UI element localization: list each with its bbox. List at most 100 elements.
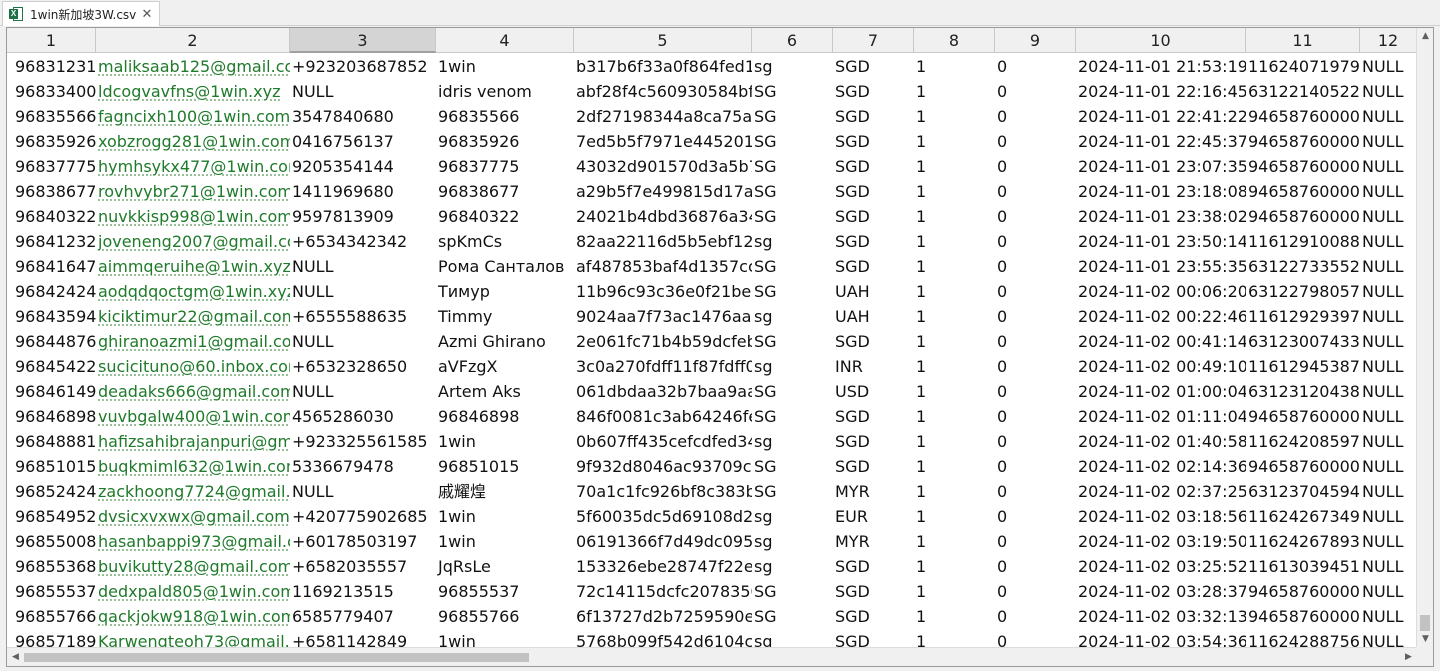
cell-col-9[interactable]: 0 bbox=[995, 529, 1076, 554]
email-link[interactable]: fagncixh100@1win.com bbox=[98, 107, 290, 126]
cell-col-10[interactable]: 2024-11-01 23:07:35 bbox=[1076, 154, 1246, 179]
email-link[interactable]: maliksaab125@gmail.com bbox=[98, 57, 290, 76]
cell-col-1[interactable]: 96843594 bbox=[7, 304, 96, 329]
cell-col-5[interactable]: 70a1c1fc926bf8c383bc bbox=[574, 479, 752, 504]
cell-col-12[interactable]: NULL bbox=[1360, 354, 1417, 379]
cell-col-12[interactable]: NULL bbox=[1360, 579, 1417, 604]
cell-col-1[interactable]: 96846149 bbox=[7, 379, 96, 404]
cell-col-11[interactable]: 946587600000 bbox=[1246, 404, 1360, 429]
cell-col-10[interactable]: 2024-11-02 01:11:04 bbox=[1076, 404, 1246, 429]
cell-col-12[interactable]: NULL bbox=[1360, 129, 1417, 154]
cell-col-4[interactable]: 96855766 bbox=[436, 604, 574, 629]
cell-col-12[interactable]: NULL bbox=[1360, 304, 1417, 329]
cell-col-3[interactable]: 1169213515 bbox=[290, 579, 436, 604]
cell-col-12[interactable]: NULL bbox=[1360, 479, 1417, 504]
cell-col-5[interactable]: af487853baf4d1357ccf bbox=[574, 254, 752, 279]
cell-col-2[interactable]: xobzrogg281@1win.com bbox=[96, 129, 290, 154]
cell-col-5[interactable]: a29b5f7e499815d17a3 bbox=[574, 179, 752, 204]
cell-col-5[interactable]: 6f13727d2b7259590e7 bbox=[574, 604, 752, 629]
cell-col-6[interactable]: SG bbox=[752, 154, 833, 179]
cell-col-11[interactable]: 946587600000 bbox=[1246, 604, 1360, 629]
cell-col-3[interactable]: NULL bbox=[290, 479, 436, 504]
cell-col-12[interactable]: NULL bbox=[1360, 104, 1417, 129]
cell-col-2[interactable]: ghiranoazmi1@gmail.com bbox=[96, 329, 290, 354]
cell-col-11[interactable]: 116129453872 bbox=[1246, 354, 1360, 379]
cell-col-11[interactable]: 116129293974 bbox=[1246, 304, 1360, 329]
cell-col-1[interactable]: 96855537 bbox=[7, 579, 96, 604]
cell-col-7[interactable]: SGD bbox=[833, 129, 914, 154]
column-header-5[interactable]: 5 bbox=[574, 28, 752, 53]
vertical-scrollbar[interactable]: ▲ ▼ bbox=[1416, 28, 1433, 648]
cell-col-2[interactable]: qackjokw918@1win.com bbox=[96, 604, 290, 629]
cell-col-12[interactable]: NULL bbox=[1360, 329, 1417, 354]
cell-col-4[interactable]: 96837775 bbox=[436, 154, 574, 179]
cell-col-12[interactable]: NULL bbox=[1360, 179, 1417, 204]
cell-col-12[interactable]: NULL bbox=[1360, 629, 1417, 647]
cell-col-2[interactable]: maliksaab125@gmail.com bbox=[96, 54, 290, 79]
cell-col-8[interactable]: 1 bbox=[914, 179, 995, 204]
cell-col-2[interactable]: Karwengteoh73@gmail.com bbox=[96, 629, 290, 647]
cell-col-3[interactable]: 6585779407 bbox=[290, 604, 436, 629]
cell-col-5[interactable]: 0b607ff435cefcdfed34f bbox=[574, 429, 752, 454]
cell-col-10[interactable]: 2024-11-02 00:41:14 bbox=[1076, 329, 1246, 354]
cell-col-2[interactable]: sucicituno@60.inbox.com bbox=[96, 354, 290, 379]
cell-col-10[interactable]: 2024-11-01 22:41:22 bbox=[1076, 104, 1246, 129]
cell-col-1[interactable]: 96837775 bbox=[7, 154, 96, 179]
cell-col-4[interactable]: Timmy bbox=[436, 304, 574, 329]
cell-col-7[interactable]: SGD bbox=[833, 404, 914, 429]
cell-col-1[interactable]: 96844876 bbox=[7, 329, 96, 354]
cell-col-12[interactable]: NULL bbox=[1360, 54, 1417, 79]
cell-col-1[interactable]: 96851015 bbox=[7, 454, 96, 479]
email-link[interactable]: qackjokw918@1win.com bbox=[98, 607, 290, 626]
cell-col-11[interactable]: 946587600000 bbox=[1246, 154, 1360, 179]
cell-col-2[interactable]: fagncixh100@1win.com bbox=[96, 104, 290, 129]
cell-col-11[interactable]: 946587600000 bbox=[1246, 454, 1360, 479]
cell-col-5[interactable]: 06191366f7d49dc095a1 bbox=[574, 529, 752, 554]
cell-col-1[interactable]: 96852424 bbox=[7, 479, 96, 504]
cell-col-6[interactable]: SG bbox=[752, 604, 833, 629]
cell-col-3[interactable]: +60178503197 bbox=[290, 529, 436, 554]
cell-col-4[interactable]: 1win bbox=[436, 54, 574, 79]
cell-col-8[interactable]: 1 bbox=[914, 54, 995, 79]
column-header-2[interactable]: 2 bbox=[96, 28, 290, 53]
cell-col-4[interactable]: 1win bbox=[436, 629, 574, 647]
cell-col-4[interactable]: 96851015 bbox=[436, 454, 574, 479]
column-header-12[interactable]: 12 bbox=[1360, 28, 1417, 53]
cell-col-4[interactable]: 1win bbox=[436, 504, 574, 529]
cell-col-4[interactable]: 96835926 bbox=[436, 129, 574, 154]
scroll-up-icon[interactable]: ▲ bbox=[1417, 28, 1433, 45]
cell-col-11[interactable]: 631227980571 bbox=[1246, 279, 1360, 304]
column-header-3[interactable]: 3 bbox=[290, 28, 436, 53]
close-tab-icon[interactable]: ✕ bbox=[139, 7, 155, 22]
cell-col-11[interactable]: 946587600000 bbox=[1246, 179, 1360, 204]
cell-col-6[interactable]: SG bbox=[752, 579, 833, 604]
cell-col-6[interactable]: SG bbox=[752, 254, 833, 279]
cell-col-4[interactable]: 96840322 bbox=[436, 204, 574, 229]
cell-col-2[interactable]: hasanbappi973@gmail.com bbox=[96, 529, 290, 554]
cell-col-3[interactable]: +6532328650 bbox=[290, 354, 436, 379]
cell-col-5[interactable]: 7ed5b5f7971e4452010 bbox=[574, 129, 752, 154]
email-link[interactable]: aodqdqoctgm@1win.xyz bbox=[98, 282, 290, 301]
scroll-left-icon[interactable]: ◀ bbox=[7, 648, 24, 666]
cell-col-2[interactable]: buvikutty28@gmail.com bbox=[96, 554, 290, 579]
cell-col-7[interactable]: MYR bbox=[833, 479, 914, 504]
cell-col-8[interactable]: 1 bbox=[914, 154, 995, 179]
cell-col-10[interactable]: 2024-11-02 03:25:52 bbox=[1076, 554, 1246, 579]
cell-col-12[interactable]: NULL bbox=[1360, 454, 1417, 479]
cell-col-7[interactable]: SGD bbox=[833, 104, 914, 129]
cell-col-2[interactable]: hafizsahibrajanpuri@gmail.com bbox=[96, 429, 290, 454]
cell-col-6[interactable]: sg bbox=[752, 629, 833, 647]
cell-col-1[interactable]: 96846898 bbox=[7, 404, 96, 429]
cell-col-10[interactable]: 2024-11-02 01:40:58 bbox=[1076, 429, 1246, 454]
cell-col-12[interactable]: NULL bbox=[1360, 429, 1417, 454]
cell-col-4[interactable]: spKmCs bbox=[436, 229, 574, 254]
cell-col-8[interactable]: 1 bbox=[914, 554, 995, 579]
cell-col-1[interactable]: 96857189 bbox=[7, 629, 96, 647]
cell-col-12[interactable]: NULL bbox=[1360, 154, 1417, 179]
cell-col-10[interactable]: 2024-11-01 23:18:08 bbox=[1076, 179, 1246, 204]
cell-col-11[interactable]: 116242085977 bbox=[1246, 429, 1360, 454]
cell-col-12[interactable]: NULL bbox=[1360, 79, 1417, 104]
cell-col-6[interactable]: SG bbox=[752, 329, 833, 354]
cell-col-6[interactable]: sg bbox=[752, 429, 833, 454]
cell-col-4[interactable]: Тимур bbox=[436, 279, 574, 304]
